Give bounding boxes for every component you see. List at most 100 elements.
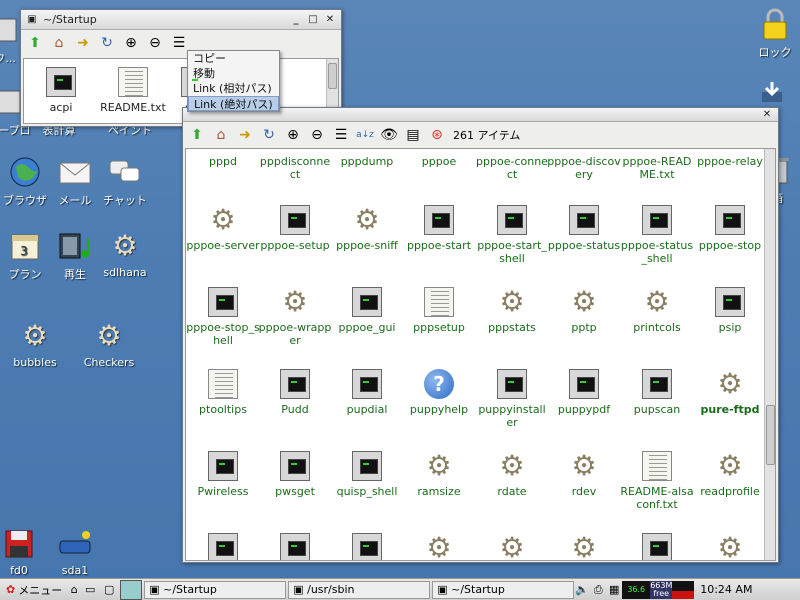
- eye-icon[interactable]: 👁: [379, 125, 399, 145]
- maximize-button[interactable]: □: [306, 13, 320, 27]
- task-startup-2[interactable]: ▣ ~/Startup: [432, 580, 575, 599]
- file-item[interactable]: pppoe-discovery: [547, 155, 621, 181]
- file-item[interactable]: pppoe-start_shell: [475, 205, 549, 265]
- file-item[interactable]: ⚙ pppoe-wrapper: [258, 287, 332, 348]
- go-icon[interactable]: ➜: [73, 33, 93, 53]
- desktop-icon-label: sdlhana: [103, 266, 147, 279]
- file-item[interactable]: [330, 533, 404, 560]
- file-item[interactable]: ⚙: [693, 533, 767, 561]
- scrollbar[interactable]: [764, 149, 775, 560]
- network-icon[interactable]: ▦: [606, 580, 622, 600]
- desktop-icon-gear[interactable]: ⚙ Checkers: [74, 318, 144, 370]
- file-item[interactable]: ⚙: [547, 533, 621, 561]
- desktop-switcher-2[interactable]: [120, 579, 143, 600]
- refresh-icon[interactable]: ↻: [259, 125, 279, 145]
- file-item[interactable]: [186, 533, 260, 560]
- desktop-icon-chat[interactable]: チャット: [90, 154, 160, 208]
- desktop-switcher-1[interactable]: ▢: [98, 580, 120, 600]
- file-item[interactable]: ⚙ rdate: [475, 451, 549, 499]
- task-usr-sbin[interactable]: ▣ /usr/sbin: [288, 580, 431, 599]
- lifebuoy-icon[interactable]: ⊛: [427, 125, 447, 145]
- file-item[interactable]: puppyinstaller: [475, 369, 549, 429]
- file-item[interactable]: ? puppyhelp: [402, 369, 476, 416]
- refresh-icon[interactable]: ↻: [97, 33, 117, 53]
- task-startup-1[interactable]: ▣ ~/Startup: [144, 580, 287, 599]
- file-item[interactable]: pppoe-README.txt: [620, 155, 694, 181]
- details-view-icon[interactable]: ☰: [331, 125, 351, 145]
- file-item[interactable]: README-alsaconf.txt: [620, 451, 694, 511]
- file-item[interactable]: ⚙ pure-ftpd: [693, 369, 767, 417]
- drive-quicklaunch-icon[interactable]: ▭: [82, 580, 98, 600]
- file-item[interactable]: ⚙ ramsize: [402, 451, 476, 499]
- file-item[interactable]: [620, 533, 694, 560]
- context-menu: コピー 移動 Link (相対パス) Link (絶対パス): [187, 50, 280, 112]
- printer-icon[interactable]: ⎙: [590, 580, 606, 600]
- file-item[interactable]: Pudd: [258, 369, 332, 416]
- file-item[interactable]: pppoe-setup: [258, 205, 332, 252]
- file-item[interactable]: pppoe-status_shell: [620, 205, 694, 265]
- file-item[interactable]: ⚙ rdev: [547, 451, 621, 499]
- file-item[interactable]: pppoe-relay: [693, 155, 767, 168]
- desktop-icon-lock[interactable]: ロック: [740, 6, 800, 60]
- go-icon[interactable]: ➜: [235, 125, 255, 145]
- minimize-button[interactable]: _: [289, 13, 303, 27]
- file-item[interactable]: ⚙ pppoe-sniff: [330, 205, 404, 253]
- file-item[interactable]: pppsetup: [402, 287, 476, 334]
- file-name: pppoe-status: [547, 239, 621, 252]
- file-item[interactable]: [258, 533, 332, 560]
- file-item[interactable]: pppoe: [402, 155, 476, 168]
- file-item[interactable]: psip: [693, 287, 767, 334]
- file-item[interactable]: pppdisconnect: [258, 155, 332, 181]
- zoom-out-icon[interactable]: ⊖: [307, 125, 327, 145]
- home-icon[interactable]: ⌂: [49, 33, 69, 53]
- volume-icon[interactable]: 🔈: [574, 580, 590, 600]
- zoom-in-icon[interactable]: ⊕: [283, 125, 303, 145]
- file-item[interactable]: ptooltips: [186, 369, 260, 416]
- close-button[interactable]: ✕: [760, 108, 774, 122]
- up-arrow-icon[interactable]: ⬆: [187, 125, 207, 145]
- file-item[interactable]: pppoe-stop: [693, 205, 767, 252]
- file-item[interactable]: puppypdf: [547, 369, 621, 416]
- file-item[interactable]: pppoe-stop_shell: [186, 287, 260, 347]
- file-item[interactable]: pppoe_gui: [330, 287, 404, 334]
- start-menu-button[interactable]: ✿ メニュー: [2, 581, 66, 599]
- sort-az-icon[interactable]: a↓z: [355, 125, 375, 145]
- menu-item-copy[interactable]: コピー: [188, 51, 279, 66]
- desktop-icon-gear[interactable]: ⚙ sdlhana: [90, 228, 160, 280]
- folder-icon: ▣: [293, 583, 308, 596]
- file-item[interactable]: ⚙ pppoe-server: [186, 205, 260, 253]
- file-item[interactable]: acpi: [24, 67, 98, 114]
- file-item[interactable]: pupscan: [620, 369, 694, 416]
- file-item[interactable]: Pwireless: [186, 451, 260, 498]
- file-item[interactable]: ⚙ pptp: [547, 287, 621, 335]
- details-view-icon[interactable]: ☰: [169, 33, 189, 53]
- file-item[interactable]: ⚙: [475, 533, 549, 561]
- file-item[interactable]: pppoe-start: [402, 205, 476, 252]
- file-item[interactable]: quisp_shell: [330, 451, 404, 498]
- file-item[interactable]: ⚙ printcols: [620, 287, 694, 335]
- home-icon[interactable]: ⌂: [211, 125, 231, 145]
- menu-item-move[interactable]: 移動: [188, 66, 279, 81]
- startup-titlebar[interactable]: ▣ ~/Startup _ □ ✕: [21, 10, 341, 30]
- file-item[interactable]: pppdump: [330, 155, 404, 168]
- list-view-icon[interactable]: ▤: [403, 125, 423, 145]
- folder-icon: ▣: [149, 583, 164, 596]
- file-item[interactable]: ⚙ readprofile: [693, 451, 767, 499]
- zoom-in-icon[interactable]: ⊕: [121, 33, 141, 53]
- menu-item-link-absolute[interactable]: Link (絶対パス): [188, 96, 279, 111]
- clock[interactable]: 10:24 AM: [700, 583, 752, 596]
- file-item[interactable]: pwsget: [258, 451, 332, 498]
- desktop-icon-drive[interactable]: sda1: [40, 526, 110, 577]
- file-item[interactable]: ⚙ pppstats: [475, 287, 549, 335]
- file-item[interactable]: pppd: [186, 155, 260, 168]
- close-button[interactable]: ✕: [323, 13, 337, 27]
- up-arrow-icon[interactable]: ⬆: [25, 33, 45, 53]
- menu-item-link-relative[interactable]: Link (相対パス): [188, 81, 279, 96]
- file-item[interactable]: pppoe-connect: [475, 155, 549, 181]
- zoom-out-icon[interactable]: ⊖: [145, 33, 165, 53]
- file-item[interactable]: ⚙: [402, 533, 476, 561]
- file-item[interactable]: pupdial: [330, 369, 404, 416]
- file-item[interactable]: pppoe-status: [547, 205, 621, 252]
- desktop-icon-gear[interactable]: ⚙ bubbles: [0, 318, 70, 370]
- filer-quicklaunch-icon[interactable]: ⌂: [66, 580, 82, 600]
